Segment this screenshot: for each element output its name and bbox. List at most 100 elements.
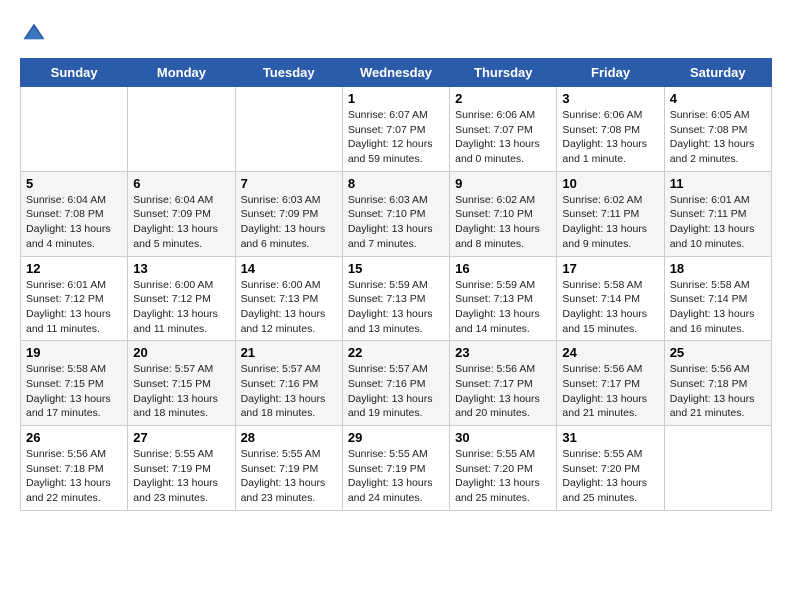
day-number: 16 xyxy=(455,261,551,276)
cell-daylight: Daylight: 13 hours and 24 minutes. xyxy=(348,476,444,505)
calendar-table: SundayMondayTuesdayWednesdayThursdayFrid… xyxy=(20,58,772,511)
cell-sunset: Sunset: 7:11 PM xyxy=(562,207,658,222)
cell-daylight: Daylight: 13 hours and 0 minutes. xyxy=(455,137,551,166)
cell-sunrise: Sunrise: 5:55 AM xyxy=(562,447,658,462)
calendar-cell: 6 Sunrise: 6:04 AM Sunset: 7:09 PM Dayli… xyxy=(128,171,235,256)
week-row-4: 19 Sunrise: 5:58 AM Sunset: 7:15 PM Dayl… xyxy=(21,341,772,426)
calendar-cell: 28 Sunrise: 5:55 AM Sunset: 7:19 PM Dayl… xyxy=(235,426,342,511)
cell-daylight: Daylight: 13 hours and 23 minutes. xyxy=(133,476,229,505)
calendar-cell: 15 Sunrise: 5:59 AM Sunset: 7:13 PM Dayl… xyxy=(342,256,449,341)
cell-daylight: Daylight: 13 hours and 10 minutes. xyxy=(670,222,766,251)
cell-sunrise: Sunrise: 6:01 AM xyxy=(26,278,122,293)
cell-sunrise: Sunrise: 6:07 AM xyxy=(348,108,444,123)
cell-sunset: Sunset: 7:08 PM xyxy=(26,207,122,222)
logo-icon xyxy=(20,20,48,48)
cell-sunset: Sunset: 7:14 PM xyxy=(670,292,766,307)
day-number: 13 xyxy=(133,261,229,276)
day-number: 21 xyxy=(241,345,337,360)
cell-daylight: Daylight: 13 hours and 9 minutes. xyxy=(562,222,658,251)
cell-sunrise: Sunrise: 6:03 AM xyxy=(241,193,337,208)
day-number: 31 xyxy=(562,430,658,445)
cell-sunset: Sunset: 7:19 PM xyxy=(133,462,229,477)
cell-sunrise: Sunrise: 6:05 AM xyxy=(670,108,766,123)
day-number: 15 xyxy=(348,261,444,276)
cell-daylight: Daylight: 13 hours and 4 minutes. xyxy=(26,222,122,251)
cell-sunset: Sunset: 7:14 PM xyxy=(562,292,658,307)
day-number: 11 xyxy=(670,176,766,191)
calendar-cell: 20 Sunrise: 5:57 AM Sunset: 7:15 PM Dayl… xyxy=(128,341,235,426)
cell-daylight: Daylight: 13 hours and 15 minutes. xyxy=(562,307,658,336)
weekday-header-wednesday: Wednesday xyxy=(342,59,449,87)
calendar-cell: 5 Sunrise: 6:04 AM Sunset: 7:08 PM Dayli… xyxy=(21,171,128,256)
calendar-cell: 27 Sunrise: 5:55 AM Sunset: 7:19 PM Dayl… xyxy=(128,426,235,511)
weekday-header-saturday: Saturday xyxy=(664,59,771,87)
cell-sunrise: Sunrise: 6:06 AM xyxy=(562,108,658,123)
cell-sunset: Sunset: 7:09 PM xyxy=(241,207,337,222)
cell-daylight: Daylight: 13 hours and 23 minutes. xyxy=(241,476,337,505)
day-number: 14 xyxy=(241,261,337,276)
day-number: 22 xyxy=(348,345,444,360)
calendar-cell: 12 Sunrise: 6:01 AM Sunset: 7:12 PM Dayl… xyxy=(21,256,128,341)
day-number: 2 xyxy=(455,91,551,106)
calendar-cell: 9 Sunrise: 6:02 AM Sunset: 7:10 PM Dayli… xyxy=(450,171,557,256)
cell-daylight: Daylight: 13 hours and 7 minutes. xyxy=(348,222,444,251)
day-number: 20 xyxy=(133,345,229,360)
cell-sunrise: Sunrise: 6:01 AM xyxy=(670,193,766,208)
day-number: 19 xyxy=(26,345,122,360)
calendar-cell: 29 Sunrise: 5:55 AM Sunset: 7:19 PM Dayl… xyxy=(342,426,449,511)
cell-sunset: Sunset: 7:13 PM xyxy=(241,292,337,307)
day-number: 28 xyxy=(241,430,337,445)
cell-sunrise: Sunrise: 5:59 AM xyxy=(455,278,551,293)
cell-sunrise: Sunrise: 6:03 AM xyxy=(348,193,444,208)
calendar-cell: 25 Sunrise: 5:56 AM Sunset: 7:18 PM Dayl… xyxy=(664,341,771,426)
cell-sunrise: Sunrise: 5:56 AM xyxy=(670,362,766,377)
calendar-cell: 8 Sunrise: 6:03 AM Sunset: 7:10 PM Dayli… xyxy=(342,171,449,256)
day-number: 8 xyxy=(348,176,444,191)
cell-sunrise: Sunrise: 5:57 AM xyxy=(133,362,229,377)
cell-daylight: Daylight: 13 hours and 19 minutes. xyxy=(348,392,444,421)
cell-daylight: Daylight: 13 hours and 25 minutes. xyxy=(455,476,551,505)
cell-daylight: Daylight: 13 hours and 11 minutes. xyxy=(133,307,229,336)
cell-daylight: Daylight: 13 hours and 11 minutes. xyxy=(26,307,122,336)
day-number: 7 xyxy=(241,176,337,191)
cell-sunset: Sunset: 7:12 PM xyxy=(26,292,122,307)
logo xyxy=(20,20,52,48)
cell-sunset: Sunset: 7:15 PM xyxy=(26,377,122,392)
cell-sunset: Sunset: 7:08 PM xyxy=(670,123,766,138)
cell-daylight: Daylight: 13 hours and 25 minutes. xyxy=(562,476,658,505)
cell-daylight: Daylight: 12 hours and 59 minutes. xyxy=(348,137,444,166)
cell-sunset: Sunset: 7:18 PM xyxy=(670,377,766,392)
week-row-2: 5 Sunrise: 6:04 AM Sunset: 7:08 PM Dayli… xyxy=(21,171,772,256)
cell-sunrise: Sunrise: 5:55 AM xyxy=(348,447,444,462)
cell-sunset: Sunset: 7:19 PM xyxy=(241,462,337,477)
cell-daylight: Daylight: 13 hours and 18 minutes. xyxy=(241,392,337,421)
weekday-header-row: SundayMondayTuesdayWednesdayThursdayFrid… xyxy=(21,59,772,87)
weekday-header-thursday: Thursday xyxy=(450,59,557,87)
cell-sunrise: Sunrise: 5:55 AM xyxy=(133,447,229,462)
cell-sunrise: Sunrise: 5:55 AM xyxy=(241,447,337,462)
day-number: 29 xyxy=(348,430,444,445)
cell-sunrise: Sunrise: 5:56 AM xyxy=(562,362,658,377)
day-number: 24 xyxy=(562,345,658,360)
cell-sunrise: Sunrise: 5:57 AM xyxy=(241,362,337,377)
cell-daylight: Daylight: 13 hours and 13 minutes. xyxy=(348,307,444,336)
calendar-cell: 17 Sunrise: 5:58 AM Sunset: 7:14 PM Dayl… xyxy=(557,256,664,341)
cell-daylight: Daylight: 13 hours and 1 minute. xyxy=(562,137,658,166)
cell-daylight: Daylight: 13 hours and 21 minutes. xyxy=(670,392,766,421)
day-number: 12 xyxy=(26,261,122,276)
calendar-cell: 11 Sunrise: 6:01 AM Sunset: 7:11 PM Dayl… xyxy=(664,171,771,256)
cell-sunset: Sunset: 7:19 PM xyxy=(348,462,444,477)
cell-sunset: Sunset: 7:07 PM xyxy=(455,123,551,138)
calendar-cell: 2 Sunrise: 6:06 AM Sunset: 7:07 PM Dayli… xyxy=(450,87,557,172)
cell-sunset: Sunset: 7:10 PM xyxy=(348,207,444,222)
day-number: 18 xyxy=(670,261,766,276)
cell-sunrise: Sunrise: 5:58 AM xyxy=(670,278,766,293)
cell-sunset: Sunset: 7:10 PM xyxy=(455,207,551,222)
cell-sunrise: Sunrise: 5:57 AM xyxy=(348,362,444,377)
weekday-header-monday: Monday xyxy=(128,59,235,87)
cell-daylight: Daylight: 13 hours and 21 minutes. xyxy=(562,392,658,421)
cell-sunrise: Sunrise: 5:56 AM xyxy=(455,362,551,377)
cell-sunrise: Sunrise: 5:56 AM xyxy=(26,447,122,462)
calendar-cell xyxy=(128,87,235,172)
cell-daylight: Daylight: 13 hours and 6 minutes. xyxy=(241,222,337,251)
